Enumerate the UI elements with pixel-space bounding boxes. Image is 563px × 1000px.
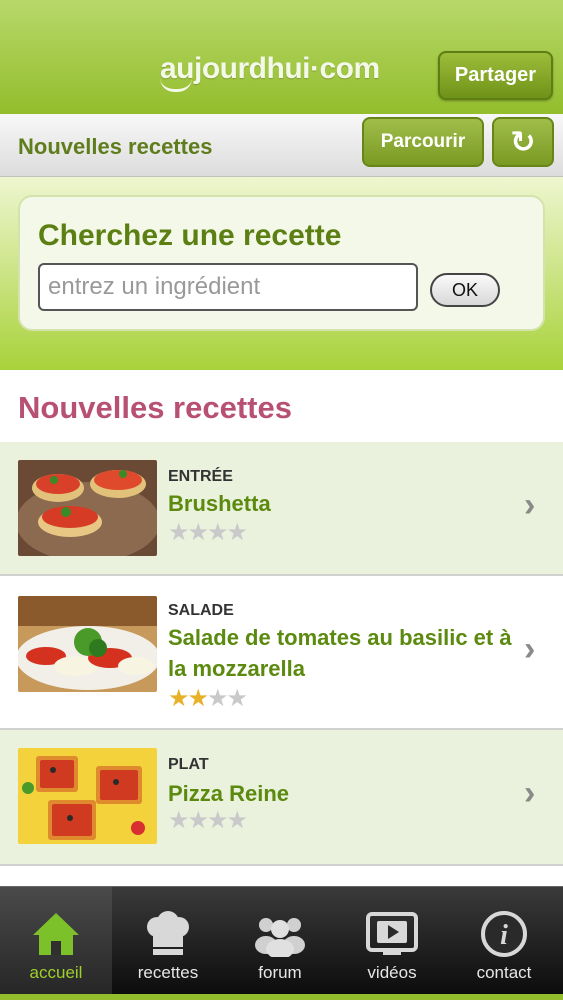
star-icon: ★ (207, 519, 228, 546)
bottom-tab-bar: accueil recettes forum vidéos i contact (0, 886, 563, 1000)
recipe-thumbnail (18, 460, 157, 556)
chevron-right-icon: › (524, 630, 536, 668)
section-header: Nouvelles recettes (0, 370, 563, 442)
tab-contact[interactable]: i contact (448, 887, 560, 995)
rating-stars: ★★★★ (168, 684, 248, 713)
recipe-list-item[interactable]: SALADE Salade de tomates au basilic et à… (0, 576, 563, 730)
page-title: Nouvelles recettes (18, 134, 213, 159)
people-icon (224, 909, 336, 959)
recipe-list-item[interactable]: PLAT Pizza Reine ★★★★ › (0, 730, 563, 866)
chevron-right-icon: › (524, 774, 536, 812)
search-title: Cherchez une recette (38, 219, 342, 252)
video-icon (336, 909, 448, 959)
tab-label: recettes (137, 963, 199, 982)
recipe-thumbnail (18, 748, 157, 844)
star-icon: ★ (207, 685, 228, 712)
tab-label: accueil (29, 963, 83, 982)
star-icon: ★ (168, 807, 189, 834)
chef-hat-icon (112, 909, 224, 959)
star-icon: ★ (187, 807, 209, 834)
star-icon: ★ (226, 519, 248, 546)
tab-label: vidéos (367, 963, 417, 982)
refresh-icon: ↻ (510, 125, 536, 159)
logo-smile-mark (160, 78, 192, 92)
tab-recettes[interactable]: recettes (112, 887, 224, 995)
chevron-right-icon: › (524, 486, 536, 524)
rating-stars: ★★★★ (168, 806, 248, 835)
navigation-bar: Nouvelles recettes Parcourir ↻ (0, 114, 563, 177)
svg-text:i: i (500, 920, 508, 951)
section-title: Nouvelles recettes (18, 390, 292, 425)
search-section: Cherchez une recette OK (0, 177, 563, 370)
top-header: aujourdhui·com Partager (0, 0, 563, 114)
info-icon: i (448, 909, 560, 959)
rating-stars: ★★★★ (168, 518, 248, 547)
recipe-category: SALADE (168, 602, 234, 619)
recipe-name: Pizza Reine (168, 781, 290, 806)
star-icon: ★ (226, 807, 248, 834)
recipe-list-item[interactable]: ENTRÉE Brushetta ★★★★ › (0, 442, 563, 576)
tab-label: forum (258, 963, 302, 982)
tab-label: contact (476, 963, 532, 982)
recipe-category: ENTRÉE (168, 468, 233, 485)
tab-forum[interactable]: forum (224, 887, 336, 995)
recipe-name: Salade de tomates au basilic et à la moz… (168, 625, 512, 681)
star-icon: ★ (207, 807, 228, 834)
home-icon (0, 909, 112, 959)
share-button[interactable]: Partager (438, 51, 553, 100)
tab-bar-accent-line (0, 994, 563, 1000)
star-icon: ★ (187, 685, 209, 712)
search-card: Cherchez une recette OK (18, 195, 545, 331)
tab-accueil[interactable]: accueil (0, 887, 112, 995)
star-icon: ★ (226, 685, 248, 712)
recipe-name: Brushetta (168, 491, 271, 516)
browse-button[interactable]: Parcourir (362, 117, 484, 167)
search-ok-button[interactable]: OK (430, 273, 500, 307)
star-icon: ★ (187, 519, 209, 546)
site-logo: aujourdhui·com (160, 52, 380, 85)
star-icon: ★ (168, 685, 189, 712)
star-icon: ★ (168, 519, 189, 546)
ingredient-search-input[interactable] (38, 263, 418, 311)
recipe-category: PLAT (168, 756, 209, 773)
tab-videos[interactable]: vidéos (336, 887, 448, 995)
refresh-button[interactable]: ↻ (492, 117, 554, 167)
recipe-thumbnail (18, 596, 157, 692)
